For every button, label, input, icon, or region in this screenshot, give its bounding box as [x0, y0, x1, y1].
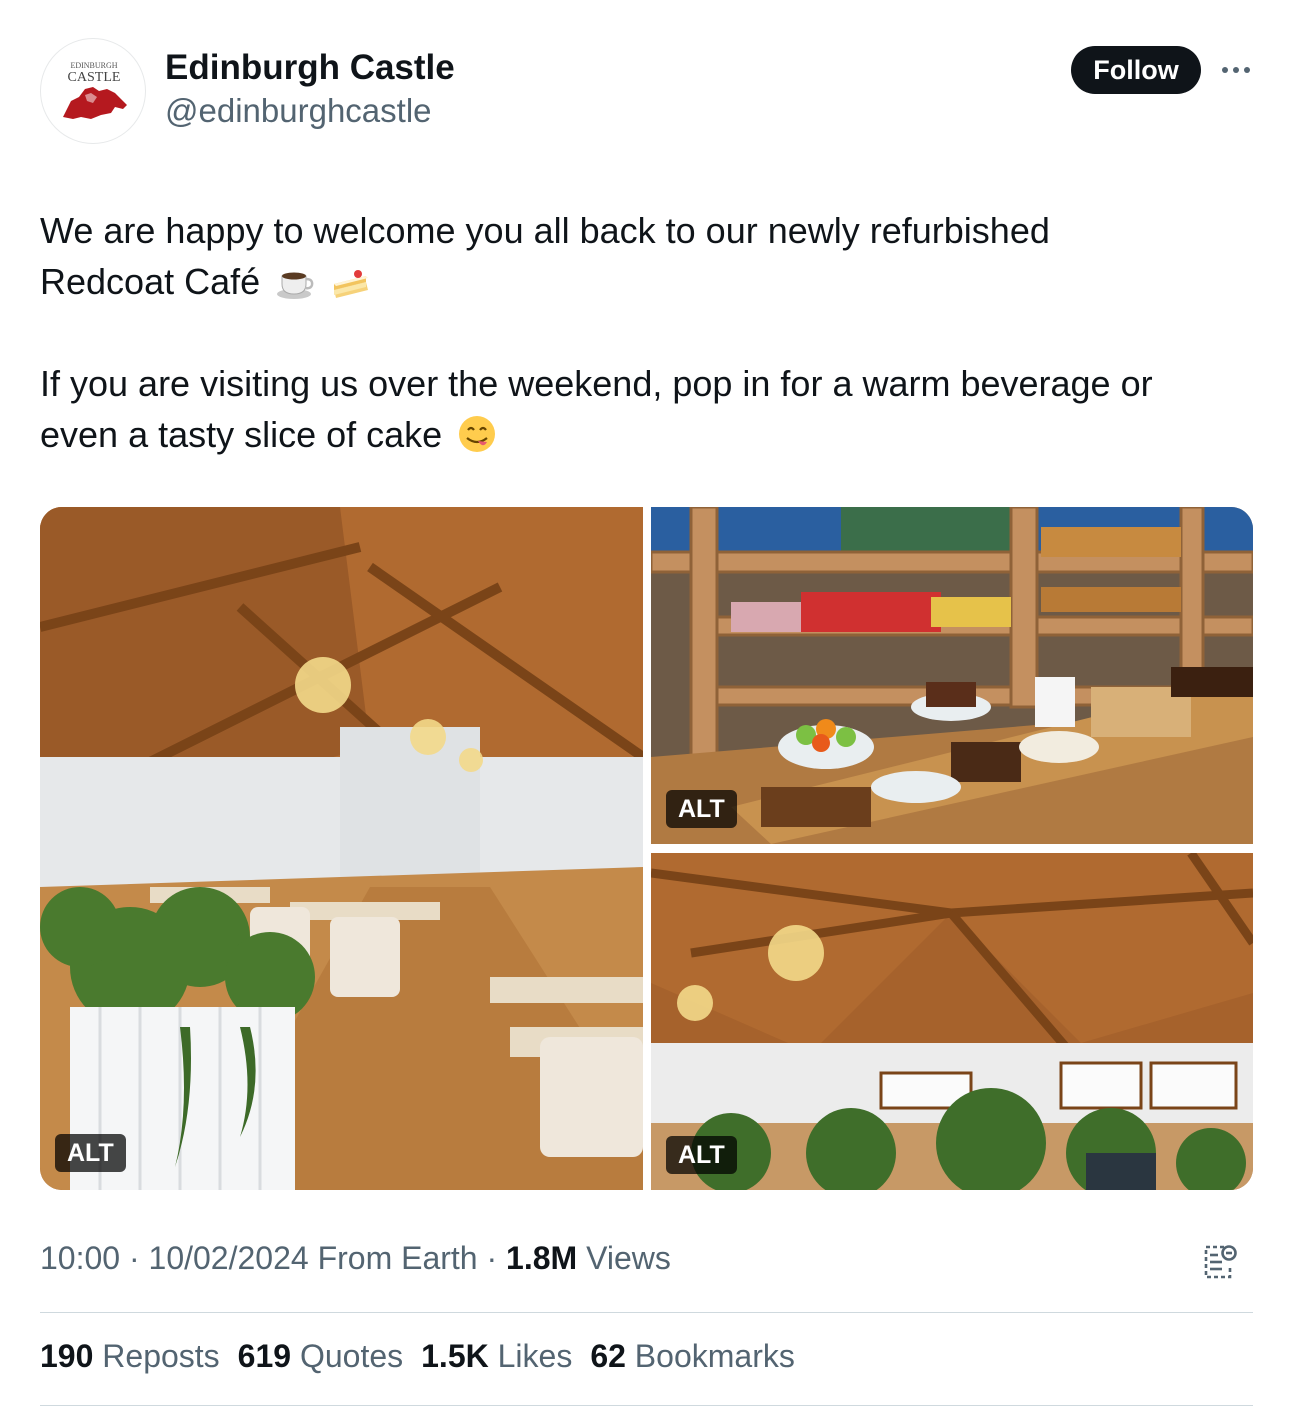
- bookmarks-stat[interactable]: 62 Bookmarks: [590, 1338, 795, 1375]
- cake-icon: [334, 270, 369, 298]
- follow-button[interactable]: Follow: [1071, 46, 1201, 94]
- tweet-line: If you are visiting us over the weekend,…: [40, 363, 1153, 404]
- reposts-stat[interactable]: 190 Reposts: [40, 1338, 220, 1375]
- analytics-icon[interactable]: [1200, 1243, 1238, 1281]
- tweet-line: We are happy to welcome you all back to …: [40, 210, 1050, 251]
- username[interactable]: @edinburghcastle: [165, 92, 432, 130]
- media-grid: ALT ALT ALT: [40, 507, 1253, 1190]
- svg-text:CASTLE: CASTLE: [68, 70, 121, 85]
- views-count: 1.8M: [506, 1240, 578, 1276]
- more-options-icon[interactable]: [1218, 52, 1254, 88]
- tweet-header: EDINBURGH CASTLE Edinburgh Castle @edinb…: [40, 38, 1253, 144]
- cafe-interior-photo[interactable]: ALT: [40, 507, 643, 1190]
- tweet-text: We are happy to welcome you all back to …: [40, 205, 1253, 460]
- coffee-icon: [277, 272, 314, 299]
- tweet-meta: 10:00 · 10/02/2024 From Earth · 1.8M Vie…: [40, 1240, 671, 1276]
- views-label: Views: [577, 1240, 671, 1276]
- tweet-source: From Earth: [308, 1240, 478, 1276]
- divider: [40, 1405, 1253, 1406]
- avatar[interactable]: EDINBURGH CASTLE: [40, 38, 146, 144]
- likes-stat[interactable]: 1.5K Likes: [421, 1338, 572, 1375]
- divider: [40, 1312, 1253, 1313]
- engagement-stats: 190 Reposts 619 Quotes 1.5K Likes 62 Boo…: [40, 1338, 795, 1375]
- alt-badge[interactable]: ALT: [666, 1136, 737, 1174]
- svg-text:EDINBURGH: EDINBURGH: [70, 61, 117, 70]
- tweet-date[interactable]: 10/02/2024: [149, 1240, 309, 1276]
- cafe-seating-photo[interactable]: ALT: [651, 853, 1253, 1190]
- cake-counter-photo[interactable]: ALT: [651, 507, 1253, 844]
- yum-face-icon: [459, 416, 496, 452]
- alt-badge[interactable]: ALT: [55, 1134, 126, 1172]
- tweet-time[interactable]: 10:00: [40, 1240, 120, 1276]
- alt-badge[interactable]: ALT: [666, 790, 737, 828]
- tweet-line: even a tasty slice of cake: [40, 409, 1253, 460]
- display-name[interactable]: Edinburgh Castle: [165, 48, 455, 88]
- castle-logo-icon: EDINBURGH CASTLE: [63, 61, 127, 119]
- tweet-line: Redcoat Café: [40, 256, 1253, 307]
- quotes-stat[interactable]: 619 Quotes: [238, 1338, 403, 1375]
